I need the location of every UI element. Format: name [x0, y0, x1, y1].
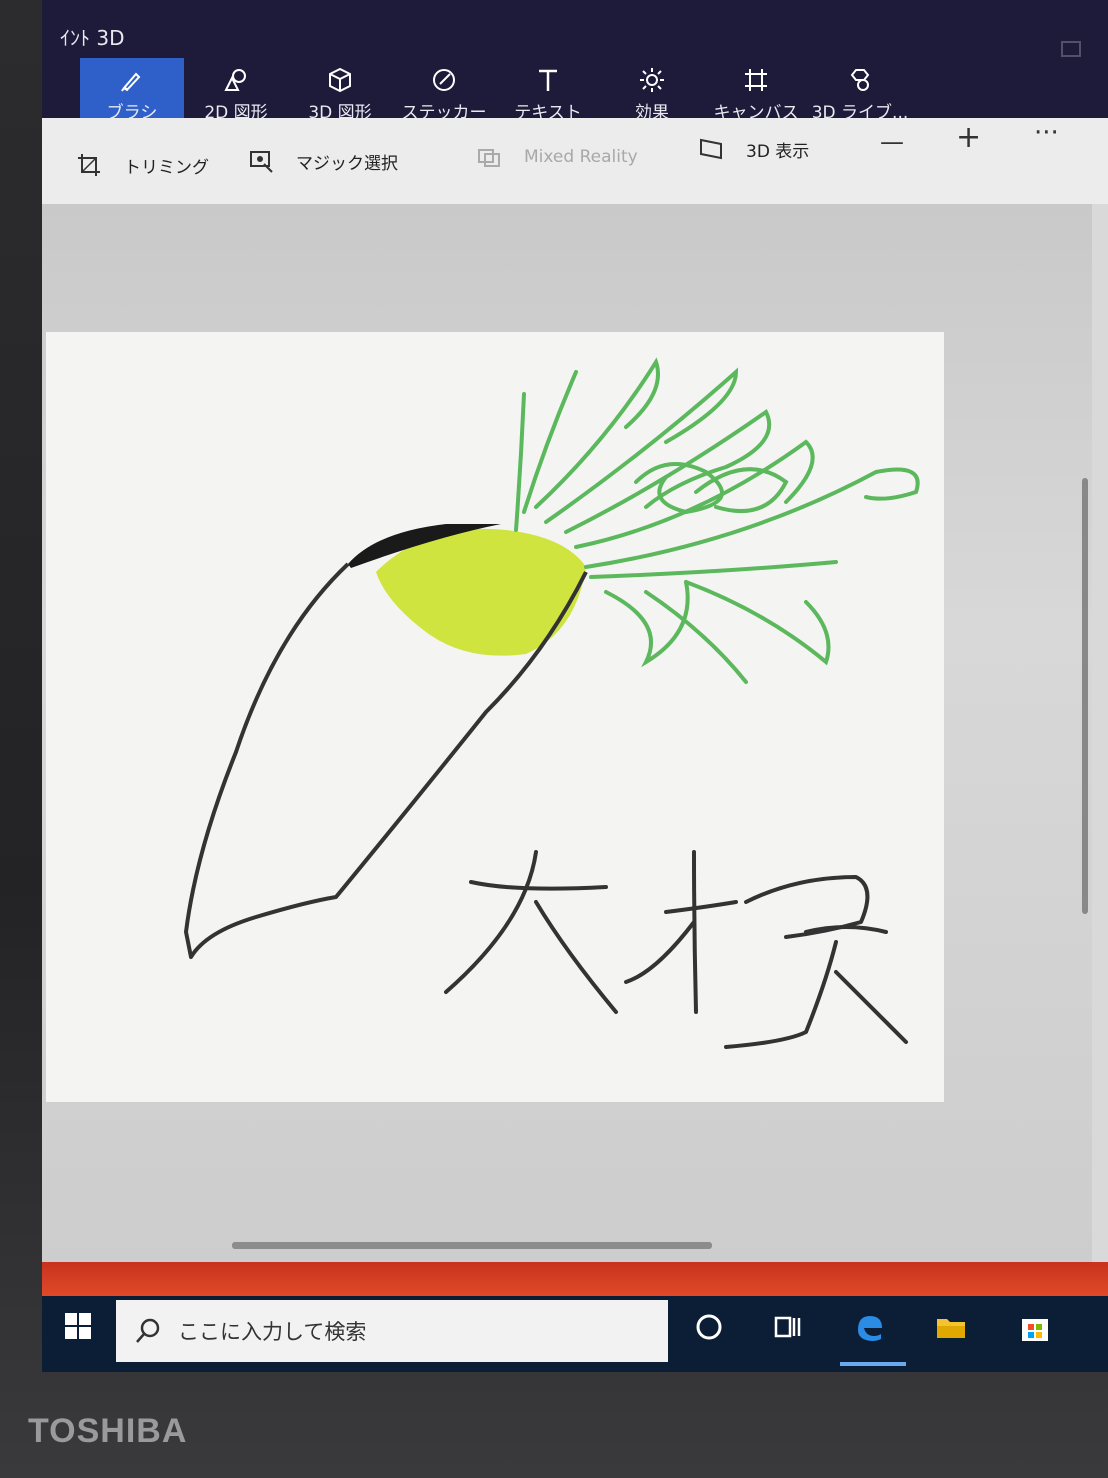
cortana-icon[interactable] — [692, 1310, 726, 1344]
sub-toolbar: トリミング マジック選択 Mixed Reality 3D 表示 — + ··· — [42, 118, 1108, 204]
wallpaper-strip — [42, 1262, 1108, 1296]
vertical-scrollbar[interactable] — [1082, 478, 1088, 914]
2d-shapes-icon — [224, 68, 246, 91]
crop-button[interactable]: トリミング — [76, 152, 209, 178]
taskbar-search-box[interactable]: ここに入力して検索 — [116, 1300, 668, 1362]
canvas-icon — [745, 68, 767, 91]
text-icon — [539, 69, 557, 91]
mixed-reality-button[interactable]: Mixed Reality — [476, 144, 638, 170]
search-icon — [136, 1318, 160, 1343]
mixed-reality-icon — [478, 149, 500, 167]
zoom-in-button[interactable]: + — [956, 120, 981, 155]
horizontal-scrollbar[interactable] — [232, 1242, 712, 1249]
app-title: ｲﾝﾄ 3D — [60, 26, 125, 50]
view-3d-icon — [700, 138, 722, 160]
sticker-icon — [433, 68, 455, 91]
search-placeholder: ここに入力して検索 — [178, 1320, 367, 1344]
title-bar: ｲﾝﾄ 3D ブラシ 2D 図形 3D 図形 ステッカー テキスト 効果 キャン… — [42, 0, 1108, 130]
brush-icon — [121, 72, 141, 91]
zoom-out-button[interactable]: — — [880, 128, 904, 156]
taskbar: ここに入力して検索 — [42, 1296, 1108, 1372]
task-view-icon[interactable] — [770, 1310, 804, 1344]
crop-label: トリミング — [124, 157, 209, 178]
edge-browser-icon[interactable] — [852, 1310, 886, 1344]
radish-drawing — [184, 357, 920, 1049]
magic-select-button[interactable]: マジック選択 — [248, 148, 398, 174]
magic-select-icon — [250, 151, 273, 173]
screen: ｲﾝﾄ 3D ブラシ 2D 図形 3D 図形 ステッカー テキスト 効果 キャン… — [42, 0, 1108, 1372]
active-app-indicator — [840, 1362, 906, 1366]
view-3d-label: 3D 表示 — [746, 141, 810, 162]
mixed-reality-label: Mixed Reality — [524, 147, 638, 167]
file-explorer-icon[interactable] — [934, 1310, 968, 1344]
magic-select-label: マジック選択 — [296, 153, 398, 174]
3d-shapes-icon — [329, 67, 351, 92]
3d-library-icon — [850, 68, 870, 91]
device-brand-logo: TOSHIBA — [28, 1412, 188, 1450]
crop-icon — [78, 154, 100, 176]
store-icon[interactable] — [1018, 1310, 1052, 1344]
account-icon[interactable] — [1056, 34, 1086, 68]
effects-icon — [640, 67, 664, 92]
drawing-canvas[interactable]: 大根 — [46, 332, 944, 1102]
view-3d-button[interactable]: 3D 表示 — [698, 136, 809, 162]
windows-start-icon[interactable] — [64, 1312, 92, 1340]
more-button[interactable]: ··· — [1034, 118, 1059, 148]
